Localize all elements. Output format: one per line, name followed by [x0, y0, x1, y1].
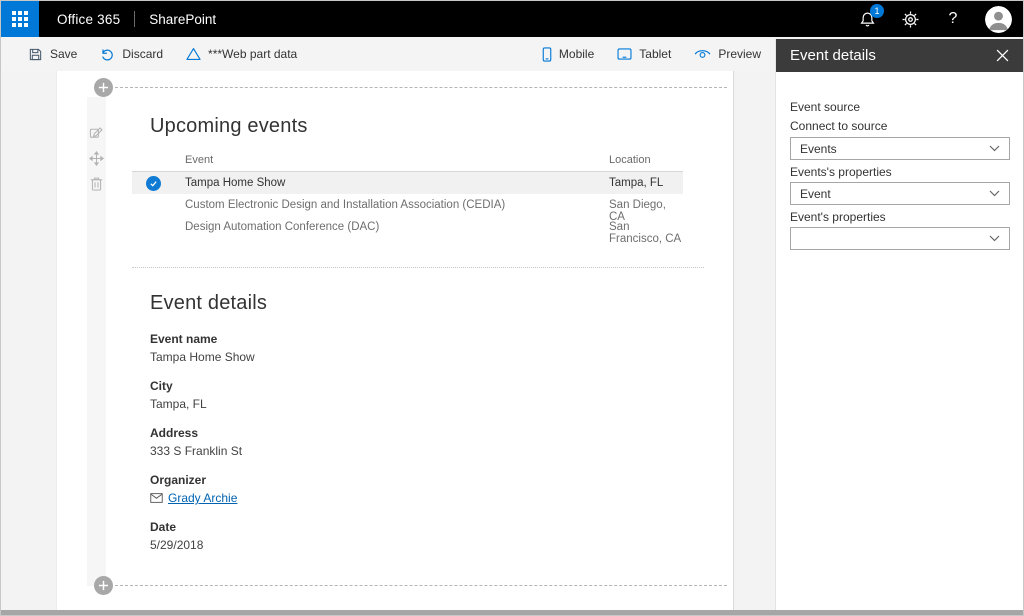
brand-office365[interactable]: Office 365 — [57, 12, 120, 27]
delete-webpart-button[interactable] — [88, 175, 105, 192]
selected-check-icon — [146, 176, 161, 191]
connect-to-source-label: Connect to source — [790, 119, 887, 133]
mail-icon — [150, 493, 163, 503]
column-header-location: Location — [609, 154, 651, 166]
chevron-down-icon — [989, 145, 1000, 152]
mobile-button[interactable]: Mobile — [542, 47, 594, 62]
plus-icon — [98, 82, 109, 93]
chevron-down-icon — [989, 190, 1000, 197]
dropdown-value: Event — [800, 187, 831, 201]
field-date: Date 5/29/2018 — [150, 519, 255, 553]
location-cell: Tampa, FL — [609, 177, 663, 189]
column-header-event: Event — [185, 154, 213, 166]
account-avatar[interactable] — [985, 6, 1012, 33]
event-cell: Design Automation Conference (DAC) — [185, 221, 379, 233]
move-webpart-button[interactable] — [88, 150, 105, 167]
details-webpart-title: Event details — [150, 292, 267, 315]
plus-icon — [98, 580, 109, 591]
events-webpart-title: Upcoming events — [150, 115, 308, 138]
event-detail-fields: Event name Tampa Home Show City Tampa, F… — [150, 331, 255, 566]
mobile-icon — [542, 47, 552, 62]
event-source-label: Event source — [790, 100, 860, 114]
table-row-cedia[interactable]: Custom Electronic Design and Installatio… — [132, 194, 683, 216]
preview-eye-icon — [694, 48, 711, 60]
location-cell: San Francisco, CA — [609, 221, 683, 245]
event-properties-label: Event's properties — [790, 210, 886, 224]
events-properties-dropdown[interactable]: Event — [790, 182, 1010, 205]
organizer-link[interactable]: Grady Archie — [168, 490, 237, 506]
field-value: Tampa Home Show — [150, 349, 255, 365]
add-webpart-button-top[interactable] — [94, 78, 113, 97]
table-row-tampa[interactable]: Tampa Home Show Tampa, FL — [132, 172, 683, 194]
webpart-toolbar — [87, 97, 106, 586]
sharepoint-workbench-window: Office 365 SharePoint 1 ? Save — [0, 0, 1024, 616]
field-value: Tampa, FL — [150, 396, 255, 412]
save-label: Save — [50, 47, 77, 61]
webpart-divider — [132, 267, 704, 268]
chevron-down-icon — [989, 235, 1000, 242]
panel-header: Event details — [776, 39, 1023, 72]
field-label: Organizer — [150, 472, 255, 488]
field-label: Address — [150, 425, 255, 441]
dropdown-value: Events — [800, 142, 837, 156]
page-canvas: Upcoming events Event Location Tampa Hom… — [56, 71, 734, 610]
discard-label: Discard — [122, 47, 163, 61]
field-value: 333 S Franklin St — [150, 443, 255, 459]
section-divider-bottom — [115, 585, 727, 586]
field-organizer: Organizer Grady Archie — [150, 472, 255, 506]
table-row-dac[interactable]: Design Automation Conference (DAC) San F… — [132, 216, 683, 238]
tablet-icon — [617, 48, 632, 60]
webpart-data-label: ***Web part data — [208, 47, 297, 61]
help-icon: ? — [949, 10, 958, 28]
field-label: City — [150, 378, 255, 394]
preview-label: Preview — [718, 47, 761, 61]
edit-toolbar: Save Discard ***Web part data Mobile Tab… — [1, 37, 777, 71]
close-icon — [996, 49, 1009, 62]
field-value: 5/29/2018 — [150, 537, 255, 553]
suite-top-bar: Office 365 SharePoint 1 ? — [1, 1, 1023, 37]
tablet-label: Tablet — [639, 47, 671, 61]
field-event-name: Event name Tampa Home Show — [150, 331, 255, 365]
warning-triangle-icon — [186, 47, 201, 61]
notification-badge: 1 — [870, 4, 884, 18]
person-icon — [985, 6, 1012, 33]
property-panel: Event details Event source Connect to so… — [775, 39, 1023, 610]
move-icon — [89, 151, 104, 166]
panel-title: Event details — [790, 47, 876, 64]
help-button[interactable]: ? — [942, 8, 964, 30]
connect-to-source-dropdown[interactable]: Events — [790, 137, 1010, 160]
trash-icon — [90, 176, 103, 191]
discard-button[interactable]: Discard — [100, 47, 163, 62]
field-label: Date — [150, 519, 255, 535]
settings-button[interactable] — [899, 8, 921, 30]
edit-webpart-button[interactable] — [88, 124, 105, 141]
add-webpart-button-bottom[interactable] — [94, 576, 113, 595]
undo-icon — [100, 47, 115, 62]
save-icon — [28, 47, 43, 62]
field-address: Address 333 S Franklin St — [150, 425, 255, 459]
notifications-button[interactable]: 1 — [856, 8, 878, 30]
waffle-icon — [12, 11, 28, 27]
events-properties-label: Events's properties — [790, 165, 892, 179]
save-button[interactable]: Save — [28, 47, 77, 62]
tablet-button[interactable]: Tablet — [617, 47, 671, 61]
mobile-label: Mobile — [559, 47, 594, 61]
event-cell: Custom Electronic Design and Installatio… — [185, 199, 505, 211]
brand-sharepoint[interactable]: SharePoint — [149, 12, 216, 27]
preview-button[interactable]: Preview — [694, 47, 761, 61]
event-properties-dropdown[interactable] — [790, 227, 1010, 250]
topbar-actions: 1 ? — [856, 6, 1023, 33]
panel-close-button[interactable] — [991, 45, 1013, 67]
field-label: Event name — [150, 331, 255, 347]
edit-icon — [89, 125, 104, 140]
event-cell: Tampa Home Show — [185, 177, 285, 189]
webpart-data-button[interactable]: ***Web part data — [186, 47, 297, 61]
app-launcher-button[interactable] — [1, 1, 39, 37]
field-city: City Tampa, FL — [150, 378, 255, 412]
section-divider-top — [115, 87, 727, 88]
gear-icon — [901, 10, 920, 29]
horizontal-scrollbar[interactable] — [1, 610, 1023, 615]
brand-divider — [134, 11, 135, 27]
preview-tools: Mobile Tablet Preview — [542, 47, 777, 62]
